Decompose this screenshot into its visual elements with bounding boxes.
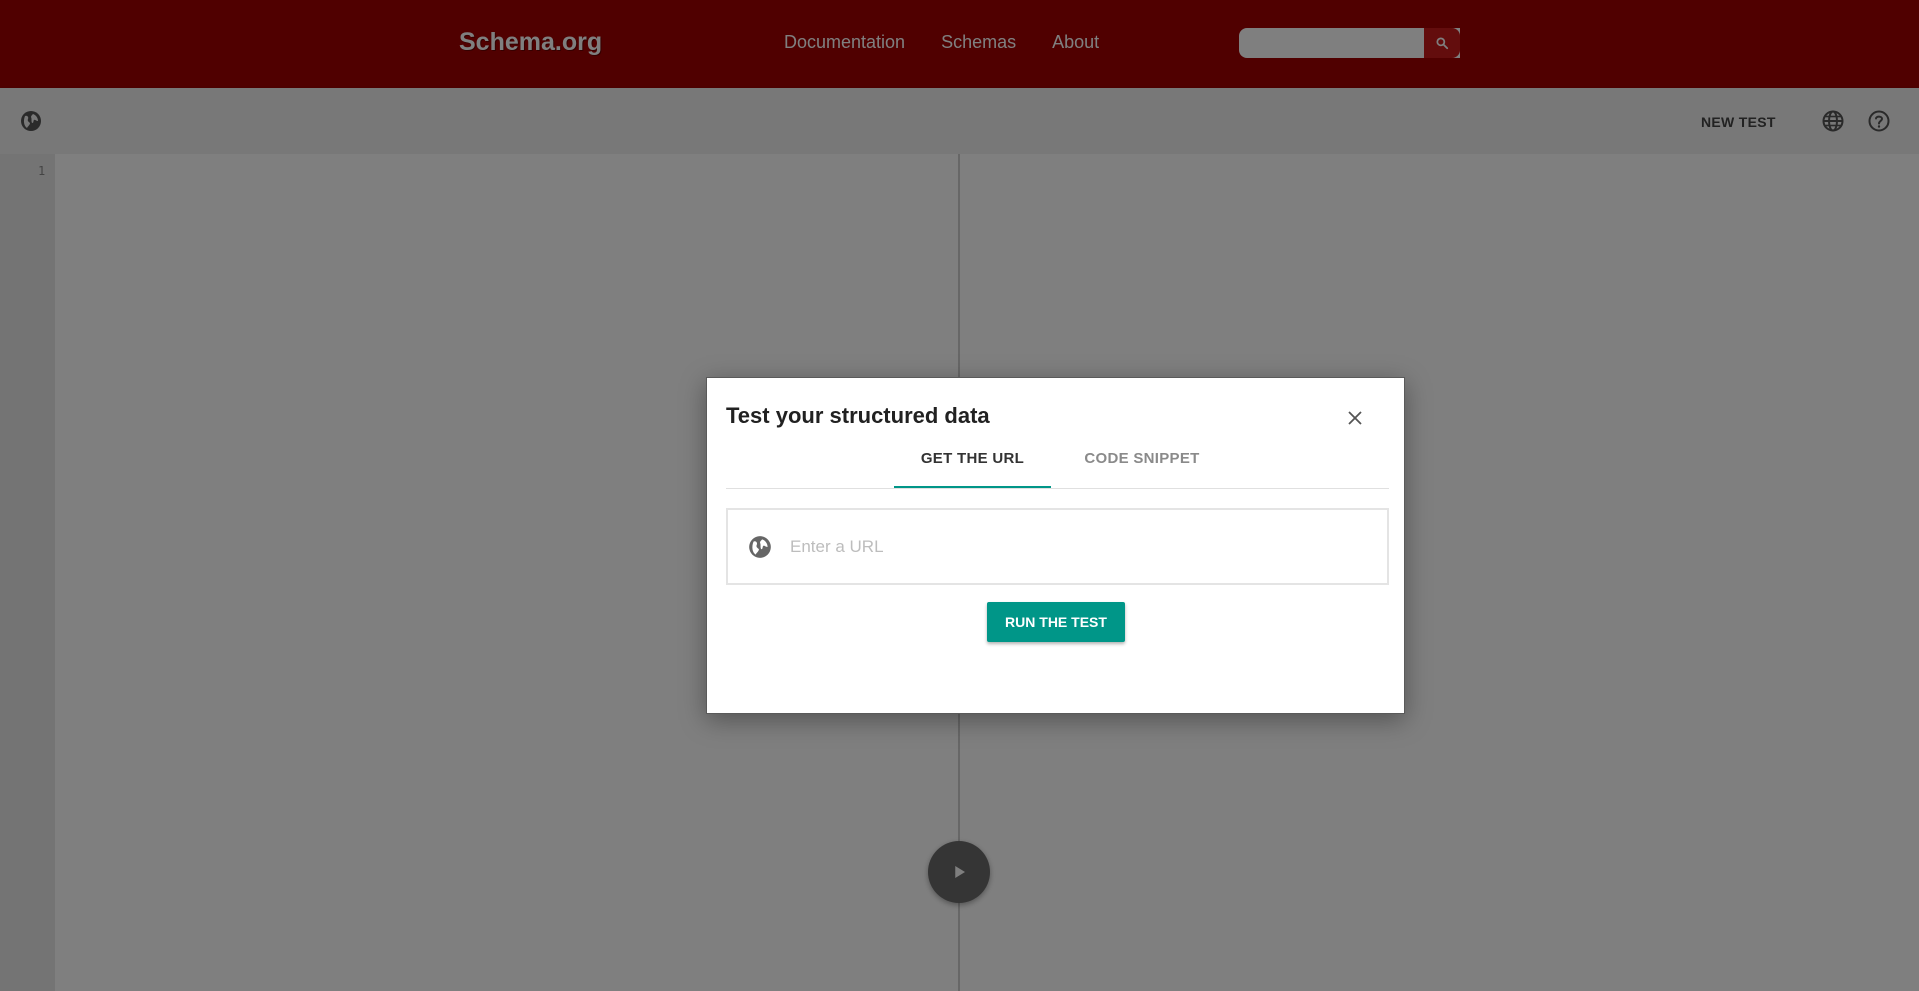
dialog-title: Test your structured data: [726, 403, 990, 428]
close-button[interactable]: [1340, 403, 1370, 433]
tab-code-snippet[interactable]: CODE SNIPPET: [1067, 450, 1217, 489]
globe-icon: [749, 536, 771, 558]
url-input[interactable]: [788, 530, 1368, 564]
url-field: [726, 508, 1389, 585]
tab-get-the-url[interactable]: GET THE URL: [894, 450, 1051, 489]
close-icon: [1348, 411, 1362, 425]
tabs-divider: [726, 488, 1389, 489]
test-dialog: Test your structured data GET THE URL CO…: [706, 377, 1405, 714]
run-the-test-button[interactable]: RUN THE TEST: [987, 602, 1125, 642]
